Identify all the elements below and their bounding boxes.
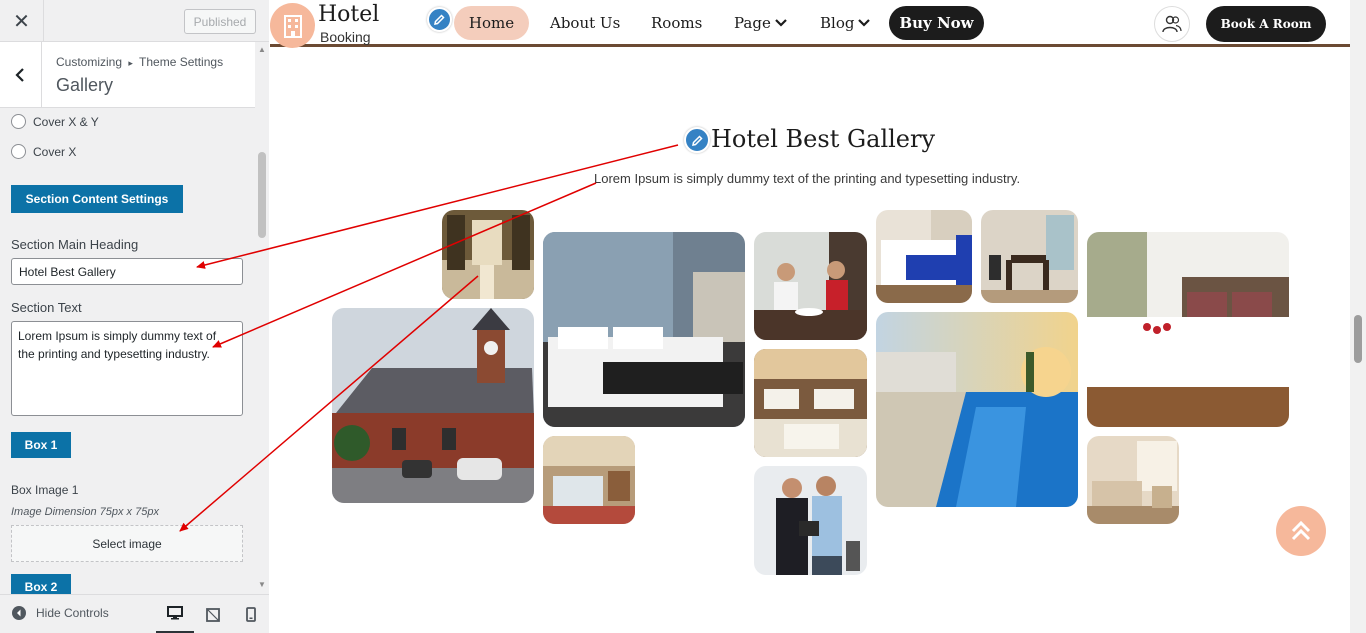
box-image-label: Box Image 1: [11, 483, 79, 497]
mobile-icon: [246, 607, 256, 622]
radio-cover-xy[interactable]: Cover X & Y: [11, 114, 99, 129]
chevron-left-icon: [14, 67, 24, 82]
edit-heading-pencil-icon[interactable]: [684, 127, 710, 153]
nav-blog[interactable]: Blog: [820, 6, 871, 40]
breadcrumb-parent: Theme Settings: [139, 55, 224, 69]
nav-rooms[interactable]: Rooms: [651, 6, 702, 40]
gallery-image-historic-building[interactable]: [332, 308, 534, 503]
radio-circle[interactable]: [11, 144, 26, 159]
main-heading-input[interactable]: Hotel Best Gallery: [11, 258, 243, 285]
scrollbar-thumb[interactable]: [1354, 315, 1362, 363]
tablet-icon: [206, 607, 220, 622]
section-title: Gallery: [56, 75, 114, 95]
hide-controls-label: Hide Controls: [36, 606, 109, 620]
edit-shortcut-pencil-icon[interactable]: [427, 7, 452, 32]
gallery-image-bedroom-beige[interactable]: [1087, 436, 1179, 524]
hotel-logo-icon[interactable]: [270, 3, 315, 48]
radio-cover-x[interactable]: Cover X: [11, 144, 76, 159]
nav-about-us[interactable]: About Us: [550, 6, 620, 40]
site-header: Hotel Booking Home About Us Rooms Page B…: [270, 0, 1350, 48]
box2-button[interactable]: Box 2: [11, 574, 71, 594]
box1-button[interactable]: Box 1: [11, 432, 71, 458]
sidebar-scrollbar[interactable]: ▲ ▼: [255, 42, 269, 594]
buy-now-button[interactable]: Buy Now: [889, 6, 984, 40]
user-account-icon[interactable]: [1154, 6, 1190, 42]
gallery-image-bedroom-blue[interactable]: [876, 210, 972, 303]
radio-circle[interactable]: [11, 114, 26, 129]
radio-label: Cover X: [33, 144, 77, 159]
section-header: Customizing ▸ Theme Settings Gallery: [0, 42, 255, 108]
site-title[interactable]: Hotel: [318, 2, 379, 27]
scrollbar-thumb[interactable]: [258, 152, 266, 238]
nav-home[interactable]: Home: [454, 6, 529, 40]
gallery-image-lobby[interactable]: [442, 210, 534, 299]
close-icon[interactable]: ✕: [0, 0, 44, 42]
section-content-settings-button[interactable]: Section Content Settings: [11, 185, 183, 213]
gallery-image-suite-small[interactable]: [543, 436, 635, 524]
breadcrumb-root: Customizing: [56, 55, 123, 69]
scroll-down-icon[interactable]: ▼: [258, 580, 266, 589]
gallery-image-bedroom-roses[interactable]: [1087, 232, 1289, 427]
hide-controls-button[interactable]: Hide Controls: [12, 606, 109, 620]
chevron-down-icon: [775, 19, 787, 27]
gallery-image-dining-couple[interactable]: [754, 232, 867, 340]
radio-label: Cover X & Y: [33, 114, 99, 129]
chevron-down-icon: [858, 19, 871, 27]
breadcrumb-separator: ▸: [128, 58, 133, 68]
gallery-heading: Hotel Best Gallery: [711, 125, 936, 153]
gallery-text: Lorem Ipsum is simply dummy text of the …: [594, 171, 1021, 186]
site-subtitle: Booking: [320, 29, 371, 45]
section-text-label: Section Text: [11, 300, 82, 315]
nav-page[interactable]: Page: [734, 6, 787, 40]
gallery-image-bedroom-modern[interactable]: [543, 232, 745, 427]
desktop-preview-button[interactable]: [156, 595, 194, 633]
collapse-icon: [12, 606, 26, 620]
nav-page-label: Page: [734, 14, 771, 32]
select-image-button[interactable]: Select image: [11, 525, 243, 562]
gallery-image-restaurant[interactable]: [754, 349, 867, 457]
published-button[interactable]: Published: [184, 9, 256, 34]
customizer-footer: Hide Controls: [0, 594, 269, 633]
preview-scrollbar[interactable]: [1350, 0, 1366, 633]
tablet-preview-button[interactable]: [194, 595, 232, 633]
book-a-room-button[interactable]: Book A Room: [1206, 6, 1326, 42]
customizer-sidebar: ✕ Published Customizing ▸ Theme Settings…: [0, 0, 269, 633]
section-text-textarea[interactable]: Lorem Ipsum is simply dummy text of the …: [11, 321, 243, 416]
desktop-icon: [167, 606, 183, 620]
main-heading-label: Section Main Heading: [11, 237, 139, 252]
gallery-image-dining-room[interactable]: [981, 210, 1078, 303]
site-preview: Hotel Booking Home About Us Rooms Page B…: [270, 0, 1350, 633]
mobile-preview-button[interactable]: [232, 595, 270, 633]
breadcrumb: Customizing ▸ Theme Settings: [56, 55, 223, 69]
image-dimension-note: Image Dimension 75px x 75px: [11, 506, 159, 518]
gallery-image-staff-meeting[interactable]: [754, 466, 867, 575]
nav-blog-label: Blog: [820, 14, 855, 32]
customizer-topbar: ✕ Published: [0, 0, 269, 42]
scroll-up-icon[interactable]: ▲: [258, 45, 266, 54]
controls-panel: Cover X & Y Cover X Section Content Sett…: [0, 108, 255, 594]
scroll-to-top-icon[interactable]: [1276, 506, 1326, 556]
back-button[interactable]: [0, 42, 42, 107]
gallery-image-pool-resort[interactable]: [876, 312, 1078, 507]
